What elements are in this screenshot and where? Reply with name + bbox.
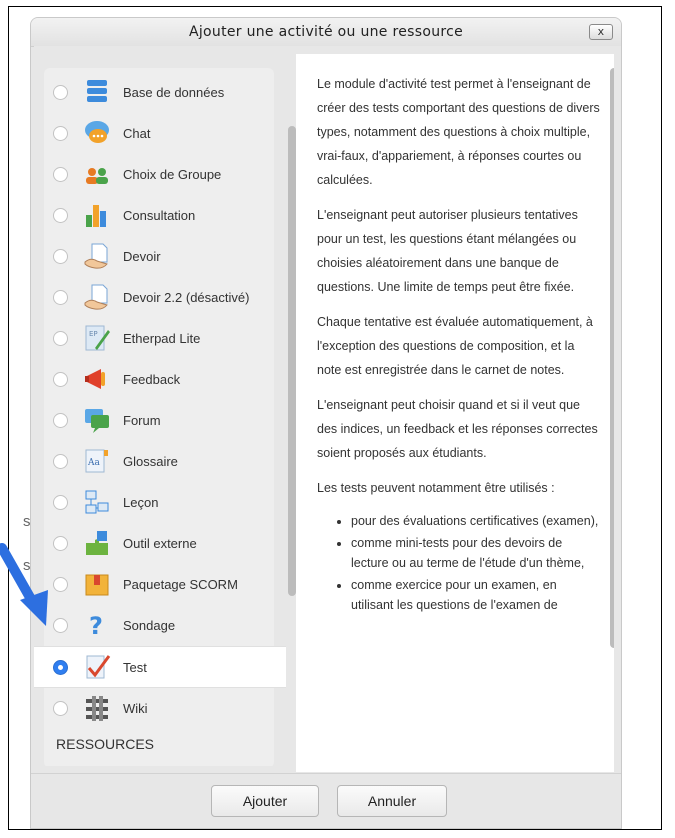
option-radio[interactable] xyxy=(53,166,68,182)
description-scrollbar[interactable] xyxy=(610,68,614,648)
forum-icon xyxy=(85,409,109,433)
description-paragraph: L'enseignant peut autoriser plusieurs te… xyxy=(317,208,578,294)
quiz-check-icon xyxy=(86,655,111,679)
group-choice-icon xyxy=(86,168,108,184)
svg-text:?: ? xyxy=(89,612,103,639)
description-panel: Le module d'activité test permet à l'ens… xyxy=(296,46,621,772)
etherpad-icon: EP xyxy=(85,325,110,351)
option-radio[interactable] xyxy=(53,617,68,633)
option-radio[interactable] xyxy=(53,248,68,264)
description-bullet: pour des évaluations certificatives (exa… xyxy=(351,511,602,531)
option-radio[interactable] xyxy=(53,700,68,716)
assignment-icon xyxy=(84,243,108,269)
option-radio[interactable] xyxy=(53,330,68,346)
wiki-icon xyxy=(86,696,108,721)
option-label: Etherpad Lite xyxy=(123,330,201,346)
option-radio[interactable] xyxy=(53,535,68,551)
description-paragraph: L'enseignant peut choisir quand et si il… xyxy=(317,398,598,460)
option-label: Base de données xyxy=(123,84,225,100)
option-radio[interactable] xyxy=(53,412,68,428)
page-background-left: s s xyxy=(9,7,31,829)
lesson-icon xyxy=(85,490,109,514)
svg-text:Aa: Aa xyxy=(87,458,100,468)
option-consultation[interactable]: Consultation xyxy=(34,195,284,235)
option-radio[interactable] xyxy=(53,84,68,100)
add-activity-dialog: Ajouter une activité ou une ressource x … xyxy=(30,17,622,829)
svg-text:EP: EP xyxy=(89,330,98,338)
option-quiz[interactable]: Test xyxy=(34,646,286,688)
puzzle-icon xyxy=(86,531,108,555)
option-label: Chat xyxy=(123,125,151,141)
megaphone-icon xyxy=(85,369,105,389)
chat-icon xyxy=(85,121,109,143)
description-paragraph: Chaque tentative est évaluée automatique… xyxy=(317,315,593,377)
option-label: Paquetage SCORM xyxy=(123,576,238,592)
option-radio[interactable] xyxy=(53,494,68,510)
close-icon: x xyxy=(597,25,605,38)
option-external-tool[interactable]: Outil externe xyxy=(34,523,284,563)
option-label: Consultation xyxy=(123,207,196,223)
option-radio[interactable] xyxy=(53,125,68,141)
option-radio[interactable] xyxy=(53,371,68,387)
cancel-button[interactable]: Annuler xyxy=(337,785,447,817)
description-paragraph: Les tests peuvent notamment être utilisé… xyxy=(317,481,555,495)
options-scrollbar[interactable] xyxy=(288,126,296,596)
option-label: Glossaire xyxy=(123,453,178,469)
option-label: Outil externe xyxy=(123,535,197,551)
option-assignment-legacy[interactable]: Devoir 2.2 (désactivé) xyxy=(34,277,284,317)
assignment-icon xyxy=(84,284,108,310)
bar-chart-icon xyxy=(86,205,106,227)
dialog-footer: Ajouter Annuler xyxy=(31,773,621,828)
description-bullets: pour des évaluations certificatives (exa… xyxy=(317,511,602,615)
option-radio[interactable] xyxy=(53,289,68,305)
description-paragraph: Le module d'activité test permet à l'ens… xyxy=(317,77,600,187)
option-radio[interactable] xyxy=(53,453,68,469)
option-label: Wiki xyxy=(123,700,148,716)
option-label: Leçon xyxy=(123,494,159,510)
option-label: Sondage xyxy=(123,617,176,633)
package-icon xyxy=(85,574,109,596)
option-database[interactable]: Base de données xyxy=(34,72,284,112)
option-wiki[interactable]: Wiki xyxy=(34,688,284,728)
option-radio[interactable] xyxy=(53,207,68,223)
option-forum[interactable]: Forum xyxy=(34,400,284,440)
option-label: Devoir xyxy=(123,248,161,264)
dialog-titlebar: Ajouter une activité ou une ressource x xyxy=(31,18,621,47)
database-icon xyxy=(87,80,107,102)
option-label: Forum xyxy=(123,412,161,428)
add-button[interactable]: Ajouter xyxy=(211,785,319,817)
resources-heading: RESSOURCES xyxy=(56,736,155,752)
dialog-title: Ajouter une activité ou une ressource xyxy=(188,24,464,40)
options-panel[interactable]: Base de données Chat Choix de Groupe Con… xyxy=(34,46,304,766)
description-bullet: comme mini-tests pour des devoirs de lec… xyxy=(351,533,602,573)
description-bullet: comme exercice pour un examen, en utilis… xyxy=(351,575,602,615)
option-survey[interactable]: ? Sondage xyxy=(34,605,284,645)
close-button[interactable]: x xyxy=(589,24,613,40)
option-group-choice[interactable]: Choix de Groupe xyxy=(34,154,284,194)
option-label: Test xyxy=(123,659,147,675)
description-content[interactable]: Le module d'activité test permet à l'ens… xyxy=(296,54,614,772)
option-radio-selected[interactable] xyxy=(53,659,68,675)
option-feedback[interactable]: Feedback xyxy=(34,359,284,399)
option-chat[interactable]: Chat xyxy=(34,113,284,153)
option-etherpad[interactable]: EP Etherpad Lite xyxy=(34,318,284,358)
option-lesson[interactable]: Leçon xyxy=(34,482,284,522)
option-scorm[interactable]: Paquetage SCORM xyxy=(34,564,284,604)
question-icon: ? xyxy=(89,612,103,639)
option-label: Choix de Groupe xyxy=(123,166,222,182)
option-label: Devoir 2.2 (désactivé) xyxy=(123,289,250,305)
option-glossary[interactable]: Aa Glossaire xyxy=(34,441,284,481)
option-label: Feedback xyxy=(123,371,181,387)
glossary-icon: Aa xyxy=(85,449,108,473)
option-radio[interactable] xyxy=(53,576,68,592)
option-assignment[interactable]: Devoir xyxy=(34,236,284,276)
